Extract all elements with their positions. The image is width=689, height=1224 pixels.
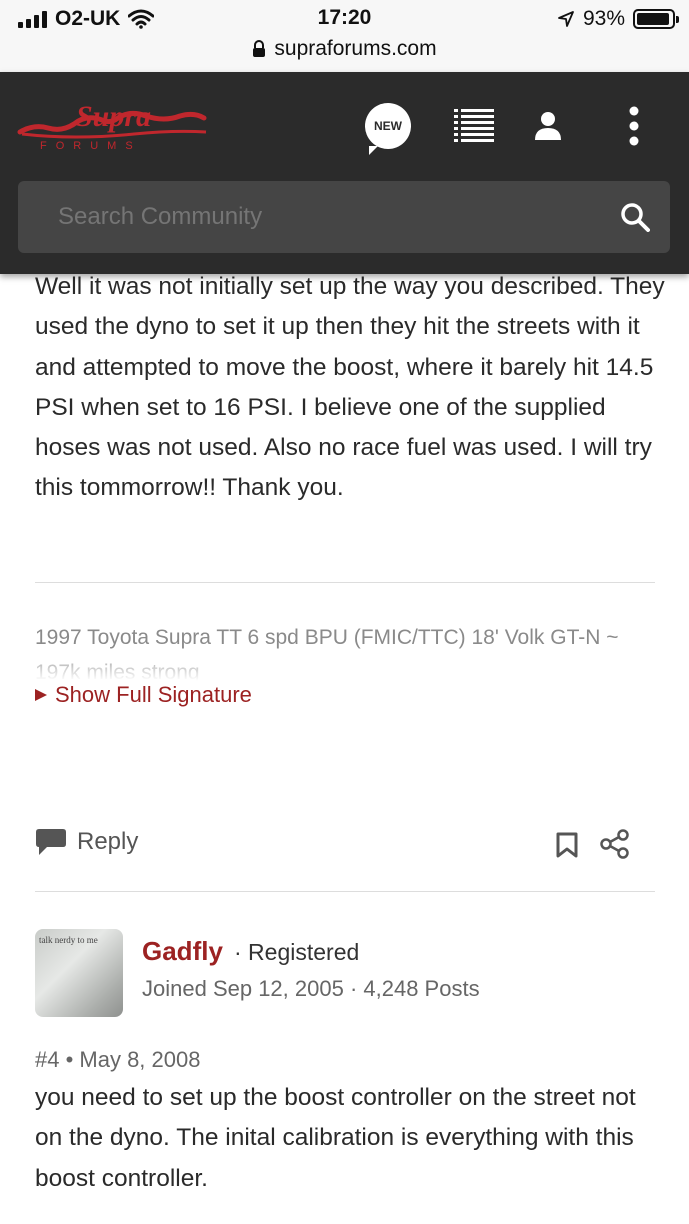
divider: [35, 582, 655, 583]
new-posts-button[interactable]: NEW: [364, 102, 412, 155]
post-body: Well it was not initially set up the way…: [35, 273, 665, 502]
share-icon[interactable]: [600, 829, 630, 859]
list-icon: [454, 109, 494, 142]
site-header: Supra FORUMS NEW: [0, 72, 689, 274]
show-full-signature-link[interactable]: Show Full Signature: [35, 682, 252, 708]
avatar[interactable]: talk nerdy to me: [35, 929, 123, 1017]
speech-bubble-icon: [36, 829, 66, 855]
status-bar: O2-UK 17:20 93% supraforums.com: [0, 0, 689, 72]
search-input[interactable]: [58, 181, 598, 253]
post-body: you need to set up the boost controller …: [35, 1084, 636, 1192]
triangle-right-icon: [35, 689, 47, 701]
reply-button[interactable]: Reply: [35, 828, 138, 856]
battery-percent: 93%: [582, 7, 625, 30]
search-icon[interactable]: [620, 202, 650, 232]
user-role: · Registered: [234, 939, 360, 965]
more-menu-button[interactable]: [612, 102, 656, 150]
divider: [35, 891, 655, 892]
account-button[interactable]: [526, 102, 570, 150]
reply-label: Reply: [77, 828, 139, 855]
battery-icon: [633, 9, 679, 29]
bookmark-icon[interactable]: [556, 832, 578, 858]
lock-icon: [253, 40, 266, 57]
url-text: supraforums.com: [274, 37, 437, 60]
forum-list-button[interactable]: [452, 102, 496, 150]
svg-text:FORUMS: FORUMS: [40, 140, 142, 152]
new-badge-icon: NEW: [365, 103, 411, 155]
username-link[interactable]: Gadfly: [142, 936, 223, 967]
battery-group: 93%: [557, 7, 679, 31]
avatar-text: talk nerdy to me: [39, 935, 98, 945]
url-bar[interactable]: supraforums.com: [0, 37, 689, 61]
svg-text:Supra: Supra: [76, 100, 151, 133]
post-number-date[interactable]: #4 • May 8, 2008: [35, 1047, 200, 1073]
user-join-info: Joined Sep 12, 2005 · 4,248 Posts: [142, 976, 480, 1001]
search-bar[interactable]: [18, 181, 670, 253]
more-vertical-icon: [629, 106, 639, 146]
user-icon: [535, 112, 561, 140]
show-signature-label: Show Full Signature: [55, 682, 252, 707]
signature-fade: [35, 650, 660, 686]
supra-forums-logo[interactable]: Supra FORUMS: [14, 94, 209, 154]
location-arrow-icon: [558, 11, 574, 27]
